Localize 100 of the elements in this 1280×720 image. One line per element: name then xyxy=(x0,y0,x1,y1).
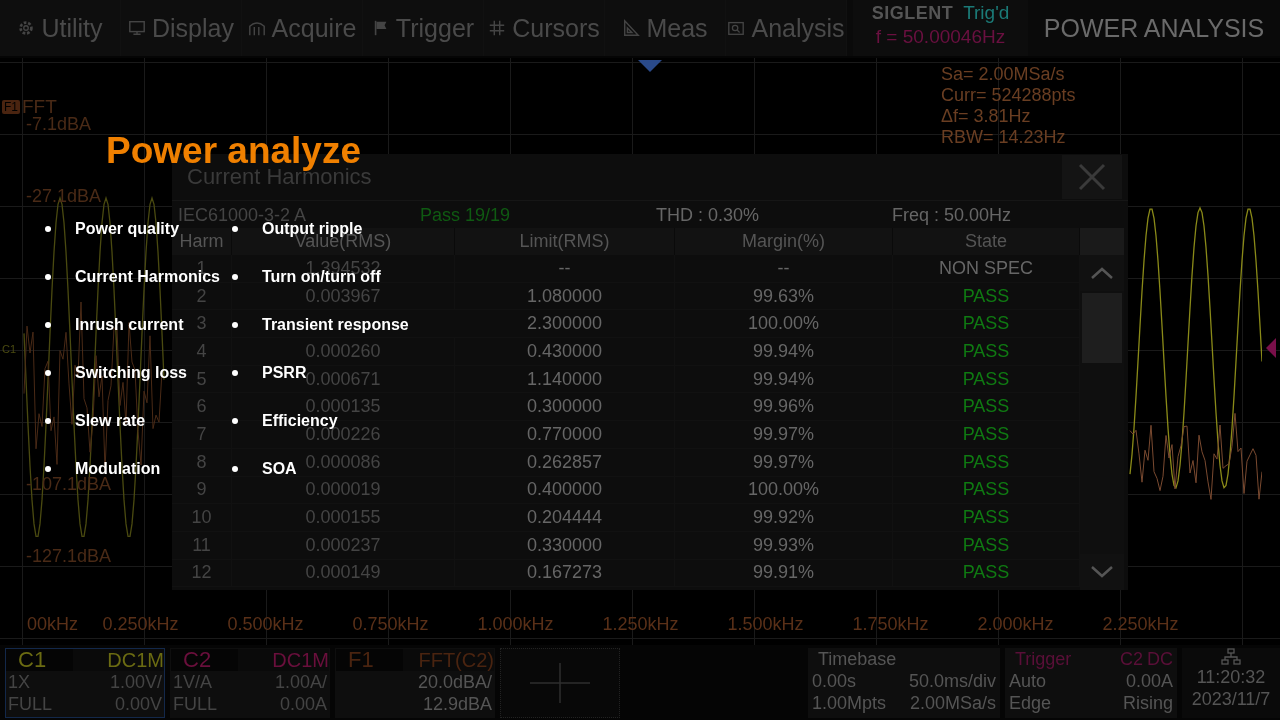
mode-title: POWER ANALYSIS xyxy=(1042,12,1266,44)
table-cell: 100.00% xyxy=(675,476,893,504)
coupling-label: DC1M xyxy=(272,649,329,671)
panel-title: Timebase xyxy=(817,648,898,670)
channel-name: C1 xyxy=(6,649,73,671)
menu-button[interactable]: Cursors xyxy=(484,0,605,56)
bullet-icon xyxy=(232,226,238,232)
scroll-down-button[interactable] xyxy=(1080,554,1124,590)
table-cell: 99.91% xyxy=(675,559,893,587)
axis-label: -107.1dBA xyxy=(26,474,112,495)
scroll-up-button[interactable] xyxy=(1080,255,1124,291)
table-cell: 99.94% xyxy=(675,338,893,365)
rate-label: 2.00MSa/s xyxy=(909,692,996,714)
table-cell: 0.300000 xyxy=(455,393,675,421)
bullet-icon xyxy=(232,418,238,424)
axis-label: 1.750kHz xyxy=(851,614,930,635)
bullet-icon xyxy=(232,322,238,328)
result-label: Pass 19/19 xyxy=(420,205,512,224)
bullet-text: Slew rate xyxy=(75,412,146,430)
menu-button[interactable]: Acquire xyxy=(242,0,363,56)
fft-label: FFT xyxy=(22,96,57,117)
table-cell: 99.93% xyxy=(675,531,893,559)
math-marker: F1 xyxy=(2,100,20,114)
trigger-panel[interactable]: Trigger C2 DC Auto 0.00A Edge Rising xyxy=(1005,648,1177,718)
table-cell: 0.330000 xyxy=(455,531,675,559)
add-channel-button[interactable] xyxy=(500,648,620,718)
scale-label: 50.0ms/div xyxy=(908,670,996,692)
bullet-text: Transient response xyxy=(262,316,409,334)
bullet-text: SOA xyxy=(262,460,297,478)
bullet-text: PSRR xyxy=(262,364,307,381)
close-icon xyxy=(1077,162,1107,192)
bullet-text: Power quality xyxy=(75,220,180,238)
table-cell: -- xyxy=(455,255,675,282)
table-cell: 99.63% xyxy=(675,282,893,310)
axis-label: -127.1dBA xyxy=(26,546,112,567)
menu-button[interactable]: Display xyxy=(121,0,242,56)
table-cell: 0.400000 xyxy=(455,476,675,504)
bullet-icon xyxy=(45,418,51,424)
folder-search-icon xyxy=(727,19,746,37)
close-button[interactable] xyxy=(1062,155,1122,199)
level-label: 0.00A xyxy=(1125,670,1173,692)
caret-down-icon xyxy=(1090,565,1114,579)
table-cell: 99.97% xyxy=(675,448,893,476)
bullet-text: Modulation xyxy=(75,460,161,477)
table-cell: -- xyxy=(675,255,893,282)
trigger-state: Trig'd xyxy=(963,2,1010,24)
bullet-icon xyxy=(45,370,51,376)
ruler-icon xyxy=(622,19,641,37)
monitor-icon xyxy=(128,19,146,37)
menu-button[interactable]: Trigger xyxy=(363,0,484,56)
frequency-readout: f = 50.00046Hz xyxy=(875,26,1006,48)
table-cell: 0.430000 xyxy=(455,338,675,365)
frequency-label: Freq : 50.00Hz xyxy=(892,205,1012,224)
table-cell: 99.96% xyxy=(675,393,893,421)
acquisition-info: Sa= 2.00MSa/s xyxy=(941,64,1066,85)
clock-date: 2023/11/7 xyxy=(1191,688,1271,710)
menu-button[interactable]: Meas xyxy=(605,0,726,56)
table-cell: 99.94% xyxy=(675,365,893,393)
acquisition-info: Δf= 3.81Hz xyxy=(941,106,1032,127)
bullet-text: Switching loss xyxy=(75,364,187,382)
column-header: Limit(RMS) xyxy=(455,228,675,255)
pulse-icon xyxy=(247,19,266,37)
settings-icon xyxy=(17,19,36,37)
axis-label: 0.500kHz xyxy=(226,614,305,635)
table-cell: 1.080000 xyxy=(455,282,675,310)
network-icon xyxy=(1221,648,1241,666)
coupling-label: DC1M xyxy=(107,649,164,671)
axis-label: 2.000kHz xyxy=(976,614,1055,635)
bullet-icon xyxy=(232,466,238,472)
clock-time: 11:20:32 xyxy=(1196,666,1266,688)
axis-label: 00kHz xyxy=(25,614,78,635)
table-cell: 2.300000 xyxy=(455,310,675,338)
table-cell: 0.167273 xyxy=(455,559,675,587)
menu-button[interactable]: Utility xyxy=(0,0,121,56)
table-cell: 0.262857 xyxy=(455,448,675,476)
memory-label: 1.00Mpts xyxy=(812,692,887,714)
thd-label: THD : 0.30% xyxy=(656,205,761,224)
axis-label: 2.250kHz xyxy=(1101,614,1180,635)
axis-label: 1.500kHz xyxy=(726,614,805,635)
timebase-panel[interactable]: Timebase 0.00s 50.0ms/div 1.00Mpts 2.00MSa/s xyxy=(808,648,1000,718)
panel-title: Trigger xyxy=(1014,648,1072,670)
menu-button[interactable]: Analysis xyxy=(726,0,847,56)
bullet-icon xyxy=(232,370,238,376)
channel-name: C2 xyxy=(171,649,238,671)
mode-label: Auto xyxy=(1009,670,1047,692)
table-cell: 0.204444 xyxy=(455,504,675,531)
bullet-icon xyxy=(45,466,51,472)
channel-level-marker[interactable] xyxy=(1266,338,1276,358)
trigger-position-marker[interactable] xyxy=(638,60,662,72)
bullet-text: Inrush current xyxy=(75,316,184,334)
bullet-icon xyxy=(45,226,51,232)
table-cell: 99.97% xyxy=(675,421,893,448)
math-panel[interactable]: F1 FFT(C2) 20.0dBA/ 12.9dBA xyxy=(335,648,495,718)
table-cell: 0.770000 xyxy=(455,421,675,448)
axis-label: 0.250kHz xyxy=(101,614,180,635)
axis-label: 0.750kHz xyxy=(351,614,430,635)
delay-label: 0.00s xyxy=(812,670,857,692)
table-cell: 1.140000 xyxy=(455,365,675,393)
bullet-icon xyxy=(232,274,238,280)
table-cell: 99.92% xyxy=(675,504,893,531)
